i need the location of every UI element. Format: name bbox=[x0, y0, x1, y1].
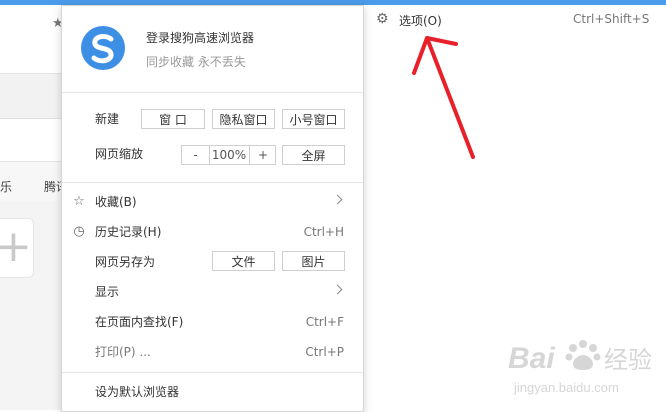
star-icon: ☆ bbox=[73, 194, 85, 209]
zoom-out-button[interactable]: - bbox=[182, 146, 210, 164]
fullscreen-button[interactable]: 全屏 bbox=[282, 145, 345, 165]
zoom-row: 网页缩放 - 100% + 全屏 bbox=[62, 139, 363, 169]
toolbar-area bbox=[0, 74, 70, 119]
add-shortcut-tile[interactable]: + bbox=[0, 218, 34, 278]
menu-item-display[interactable]: 显示 bbox=[62, 277, 363, 307]
watermark-brand: Bai bbox=[508, 342, 555, 375]
address-bar-area: ★ bbox=[0, 5, 70, 74]
plus-icon: + bbox=[0, 221, 32, 272]
watermark-url: jingyan.baidu.com bbox=[513, 380, 619, 395]
tab-strip-area bbox=[0, 119, 70, 161]
login-prompt[interactable]: 登录搜狗高速浏览器 bbox=[146, 29, 254, 46]
new-row: 新建 窗 口 隐私窗口 小号窗口 bbox=[62, 104, 363, 134]
favorites-label: 收藏(B) bbox=[95, 195, 137, 209]
save-as-label: 网页另存为 bbox=[95, 255, 156, 269]
zoom-in-button[interactable]: + bbox=[249, 146, 276, 164]
options-shortcut: Ctrl+Shift+S bbox=[573, 12, 650, 26]
menu-divider bbox=[62, 372, 363, 373]
new-mini-window-button[interactable]: 小号窗口 bbox=[282, 109, 345, 129]
menu-item-history[interactable]: ◷ 历史记录(H) Ctrl+H bbox=[62, 217, 363, 247]
page-content-area: + bbox=[0, 201, 70, 410]
nav-item-partial[interactable]: 乐 bbox=[0, 178, 12, 195]
history-label: 历史记录(H) bbox=[95, 225, 162, 239]
history-shortcut: Ctrl+H bbox=[303, 225, 344, 239]
find-shortcut: Ctrl+F bbox=[305, 315, 344, 329]
annotation-arrow-icon bbox=[412, 36, 475, 159]
browser-main-menu: 登录搜狗高速浏览器 同步收藏 永不丢失 新建 窗 口 隐私窗口 小号窗口 网页缩… bbox=[61, 5, 364, 412]
display-label: 显示 bbox=[95, 285, 120, 299]
zoom-label: 网页缩放 bbox=[95, 147, 144, 161]
find-label: 在页面内查找(F) bbox=[95, 315, 184, 329]
menu-item-find[interactable]: 在页面内查找(F) Ctrl+F bbox=[62, 307, 363, 337]
print-shortcut: Ctrl+P bbox=[305, 345, 344, 359]
new-label: 新建 bbox=[95, 112, 120, 126]
save-as-file-button[interactable]: 文件 bbox=[212, 251, 275, 271]
zoom-control: - 100% + bbox=[181, 145, 276, 165]
menu-item-save-as: 网页另存为 文件 图片 bbox=[62, 247, 363, 277]
login-subtitle: 同步收藏 永不丢失 bbox=[146, 55, 246, 69]
gear-icon: ⚙ bbox=[376, 11, 389, 27]
print-label: 打印(P) ... bbox=[95, 345, 151, 359]
new-private-window-button[interactable]: 隐私窗口 bbox=[212, 109, 275, 129]
watermark-brand-2: 经验 bbox=[604, 346, 652, 374]
chevron-right-icon bbox=[332, 194, 343, 205]
menu-divider bbox=[62, 92, 363, 93]
menu-item-set-default[interactable]: 设为默认浏览器 bbox=[62, 377, 363, 407]
baidu-jingyan-watermark: Bai 经验 jingyan.baidu.com bbox=[508, 340, 652, 395]
options-menu-item[interactable]: 选项(O) bbox=[399, 12, 442, 29]
chevron-right-icon bbox=[332, 284, 343, 295]
clock-icon: ◷ bbox=[73, 224, 85, 239]
save-as-image-button[interactable]: 图片 bbox=[282, 251, 345, 271]
zoom-value: 100% bbox=[211, 148, 247, 162]
menu-item-favorites[interactable]: ☆ 收藏(B) bbox=[62, 187, 363, 217]
menu-item-print[interactable]: 打印(P) ... Ctrl+P bbox=[62, 337, 363, 367]
new-window-button[interactable]: 窗 口 bbox=[141, 109, 205, 129]
menu-divider bbox=[62, 182, 363, 183]
set-default-label: 设为默认浏览器 bbox=[95, 385, 180, 399]
sogou-logo-icon bbox=[81, 26, 125, 70]
